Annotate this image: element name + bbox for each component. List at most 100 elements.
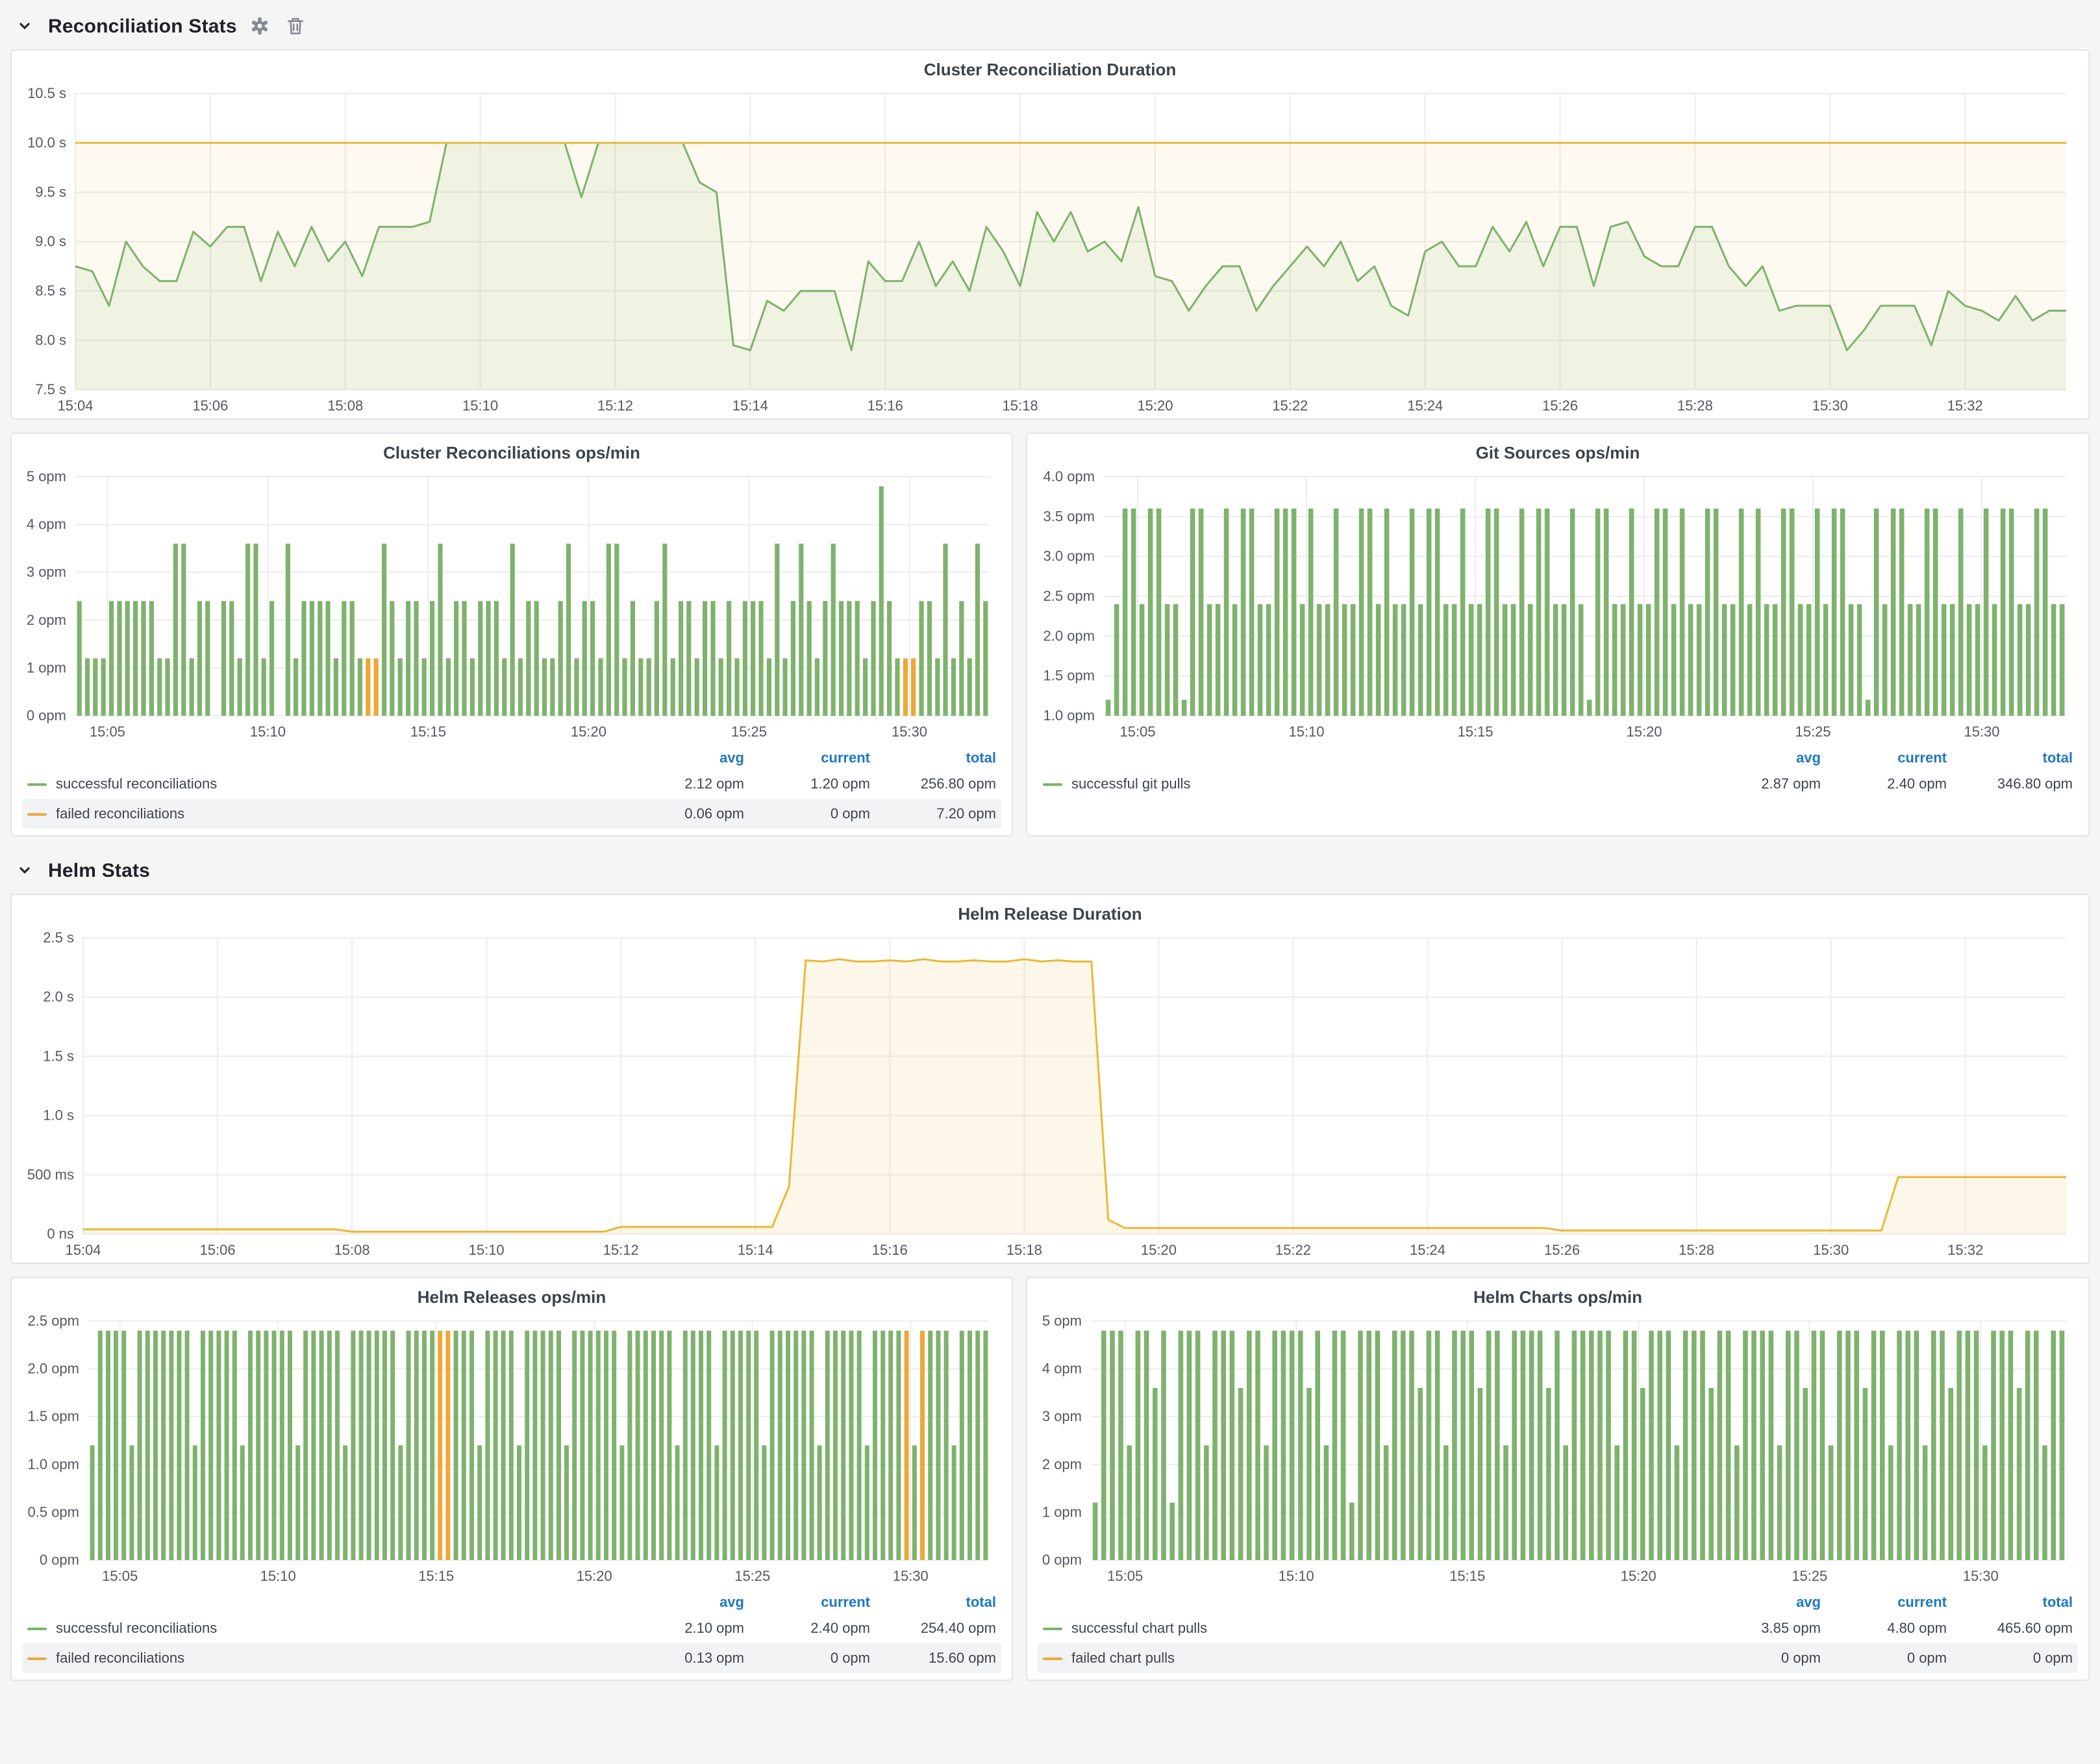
svg-text:15:24: 15:24 bbox=[1410, 1242, 1445, 1258]
legend-header-current[interactable]: current bbox=[1821, 750, 1947, 766]
helm-release-duration-chart[interactable]: 0 ns500 ms1.0 s1.5 s2.0 s2.5 s15:0415:06… bbox=[16, 925, 2084, 1263]
svg-text:1 opm: 1 opm bbox=[27, 659, 66, 675]
section-header-helm-stats: Helm Stats bbox=[10, 852, 2090, 888]
legend-header-avg[interactable]: avg bbox=[1695, 1594, 1821, 1610]
legend-row: successful reconciliations 2.12 opm 1.20… bbox=[22, 769, 1001, 799]
svg-text:2.0 opm: 2.0 opm bbox=[1044, 627, 1095, 644]
svg-text:8.5 s: 8.5 s bbox=[35, 283, 66, 299]
panel-title[interactable]: Helm Charts ops/min bbox=[1027, 1278, 2088, 1308]
svg-text:0 ns: 0 ns bbox=[47, 1226, 74, 1242]
svg-text:9.0 s: 9.0 s bbox=[35, 233, 66, 249]
series-dash-icon bbox=[27, 1657, 47, 1659]
svg-text:15:18: 15:18 bbox=[1006, 1242, 1042, 1258]
svg-text:15:16: 15:16 bbox=[868, 397, 903, 414]
panel-title[interactable]: Cluster Reconciliation Duration bbox=[12, 51, 2088, 81]
svg-text:15:28: 15:28 bbox=[1677, 397, 1713, 414]
chevron-down-icon[interactable] bbox=[13, 859, 36, 882]
helm-charts-bar-chart[interactable]: 0 opm1 opm2 opm3 opm4 opm5 opm15:0515:10… bbox=[1031, 1308, 2084, 1589]
trash-icon[interactable] bbox=[284, 14, 307, 38]
series-dash-icon bbox=[27, 813, 47, 815]
legend: avg current total successful git pulls 2… bbox=[1027, 747, 2088, 805]
series-dash-icon bbox=[27, 1627, 47, 1630]
legend-series-label[interactable]: failed chart pulls bbox=[1071, 1650, 1175, 1666]
legend-series-label[interactable]: successful git pulls bbox=[1071, 776, 1190, 792]
legend-avg-value: 2.12 opm bbox=[618, 776, 744, 792]
svg-text:15:10: 15:10 bbox=[1279, 1568, 1314, 1584]
legend-header-avg[interactable]: avg bbox=[618, 750, 744, 766]
dashboard: Reconciliation Stats Cluster Reconciliat… bbox=[0, 0, 2100, 1764]
legend-series-label[interactable]: failed reconciliations bbox=[56, 806, 184, 822]
series-dash-icon bbox=[1043, 1657, 1062, 1659]
svg-text:9.5 s: 9.5 s bbox=[35, 184, 66, 200]
legend-series-label[interactable]: successful chart pulls bbox=[1071, 1620, 1207, 1636]
legend-series-label[interactable]: failed reconciliations bbox=[56, 1650, 184, 1666]
svg-text:15:08: 15:08 bbox=[327, 397, 363, 414]
panel-title[interactable]: Git Sources ops/min bbox=[1027, 434, 2088, 464]
cluster-reconciliations-bar-chart[interactable]: 0 opm1 opm2 opm3 opm4 opm5 opm15:0515:10… bbox=[16, 464, 1008, 744]
cluster-reconciliation-duration-chart[interactable]: 7.5 s8.0 s8.5 s9.0 s9.5 s10.0 s10.5 s15:… bbox=[16, 81, 2084, 418]
svg-text:15:05: 15:05 bbox=[1107, 1568, 1143, 1584]
legend-current-value: 4.80 opm bbox=[1821, 1620, 1947, 1636]
svg-text:15:15: 15:15 bbox=[1449, 1568, 1485, 1584]
chevron-down-icon[interactable] bbox=[13, 14, 36, 38]
section-header-reconciliation-stats: Reconciliation Stats bbox=[10, 8, 2090, 44]
svg-text:1.5 s: 1.5 s bbox=[43, 1048, 74, 1064]
svg-text:15:30: 15:30 bbox=[893, 1568, 929, 1584]
svg-text:15:25: 15:25 bbox=[734, 1568, 770, 1584]
svg-text:15:28: 15:28 bbox=[1679, 1242, 1714, 1258]
svg-text:0 opm: 0 opm bbox=[27, 707, 66, 724]
panel-helm-release-duration: Helm Release Duration 0 ns500 ms1.0 s1.5… bbox=[10, 894, 2090, 1264]
legend-series-label[interactable]: successful reconciliations bbox=[56, 1620, 217, 1636]
panel-title[interactable]: Cluster Reconciliations ops/min bbox=[12, 434, 1012, 464]
svg-text:0 opm: 0 opm bbox=[40, 1552, 79, 1568]
svg-text:4 opm: 4 opm bbox=[1042, 1361, 1082, 1377]
legend-row: failed chart pulls 0 opm 0 opm 0 opm bbox=[1038, 1643, 2078, 1673]
helm-releases-bar-chart[interactable]: 0 opm0.5 opm1.0 opm1.5 opm2.0 opm2.5 opm… bbox=[16, 1308, 1008, 1589]
git-sources-bar-chart[interactable]: 1.0 opm1.5 opm2.0 opm2.5 opm3.0 opm3.5 o… bbox=[1031, 464, 2084, 744]
legend-avg-value: 0 opm bbox=[1695, 1650, 1821, 1666]
svg-text:0.5 opm: 0.5 opm bbox=[28, 1504, 80, 1520]
legend-header-total[interactable]: total bbox=[1947, 750, 2073, 766]
legend-header-current[interactable]: current bbox=[1821, 1594, 1947, 1610]
panel-title[interactable]: Helm Releases ops/min bbox=[12, 1278, 1012, 1308]
svg-text:8.0 s: 8.0 s bbox=[35, 332, 66, 348]
legend-total-value: 254.40 opm bbox=[870, 1620, 996, 1636]
svg-text:15:25: 15:25 bbox=[1795, 724, 1831, 740]
legend-header-total[interactable]: total bbox=[870, 1594, 996, 1610]
svg-text:15:15: 15:15 bbox=[1457, 724, 1493, 740]
gear-icon[interactable] bbox=[249, 14, 272, 38]
legend-header-total[interactable]: total bbox=[1947, 1594, 2073, 1610]
section-title[interactable]: Helm Stats bbox=[48, 859, 150, 881]
svg-text:15:30: 15:30 bbox=[892, 724, 927, 740]
svg-text:15:25: 15:25 bbox=[1792, 1568, 1827, 1584]
legend-series-label[interactable]: successful reconciliations bbox=[56, 776, 217, 792]
svg-text:15:22: 15:22 bbox=[1272, 397, 1308, 414]
legend-row: failed reconciliations 0.06 opm 0 opm 7.… bbox=[22, 799, 1001, 829]
legend-total-value: 256.80 opm bbox=[870, 776, 996, 792]
svg-text:3 opm: 3 opm bbox=[27, 564, 66, 580]
svg-text:15:14: 15:14 bbox=[732, 397, 768, 414]
svg-text:15:04: 15:04 bbox=[57, 397, 93, 414]
svg-text:3.0 opm: 3.0 opm bbox=[1044, 548, 1095, 564]
panel-title[interactable]: Helm Release Duration bbox=[12, 895, 2088, 925]
svg-text:15:15: 15:15 bbox=[410, 724, 446, 740]
svg-text:15:32: 15:32 bbox=[1947, 397, 1983, 414]
legend-header-row: avg current total bbox=[1038, 747, 2078, 769]
legend-total-value: 346.80 opm bbox=[1947, 776, 2073, 792]
legend-header-current[interactable]: current bbox=[744, 1594, 870, 1610]
panel-cluster-reconciliations-opm: Cluster Reconciliations ops/min 0 opm 1 o… bbox=[10, 433, 1013, 837]
legend-header-avg[interactable]: avg bbox=[618, 1594, 744, 1610]
legend-current-value: 0 opm bbox=[1821, 1650, 1947, 1666]
svg-text:15:26: 15:26 bbox=[1544, 1242, 1580, 1258]
panel-row: Helm Releases ops/min 0 opm 0.5 opm 1.0 op… bbox=[10, 1277, 2090, 1681]
svg-text:15:12: 15:12 bbox=[603, 1242, 639, 1258]
legend-header-total[interactable]: total bbox=[870, 750, 996, 766]
svg-text:15:10: 15:10 bbox=[462, 397, 498, 414]
svg-text:15:08: 15:08 bbox=[334, 1242, 370, 1258]
legend-header-current[interactable]: current bbox=[744, 750, 870, 766]
section-title[interactable]: Reconciliation Stats bbox=[48, 15, 237, 37]
svg-text:1.0 opm: 1.0 opm bbox=[28, 1456, 80, 1472]
panel-helm-charts-opm: Helm Charts ops/min 0 opm1 opm2 opm3 opm… bbox=[1026, 1277, 2090, 1681]
legend-header-avg[interactable]: avg bbox=[1695, 750, 1821, 766]
svg-text:15:20: 15:20 bbox=[1137, 397, 1173, 414]
